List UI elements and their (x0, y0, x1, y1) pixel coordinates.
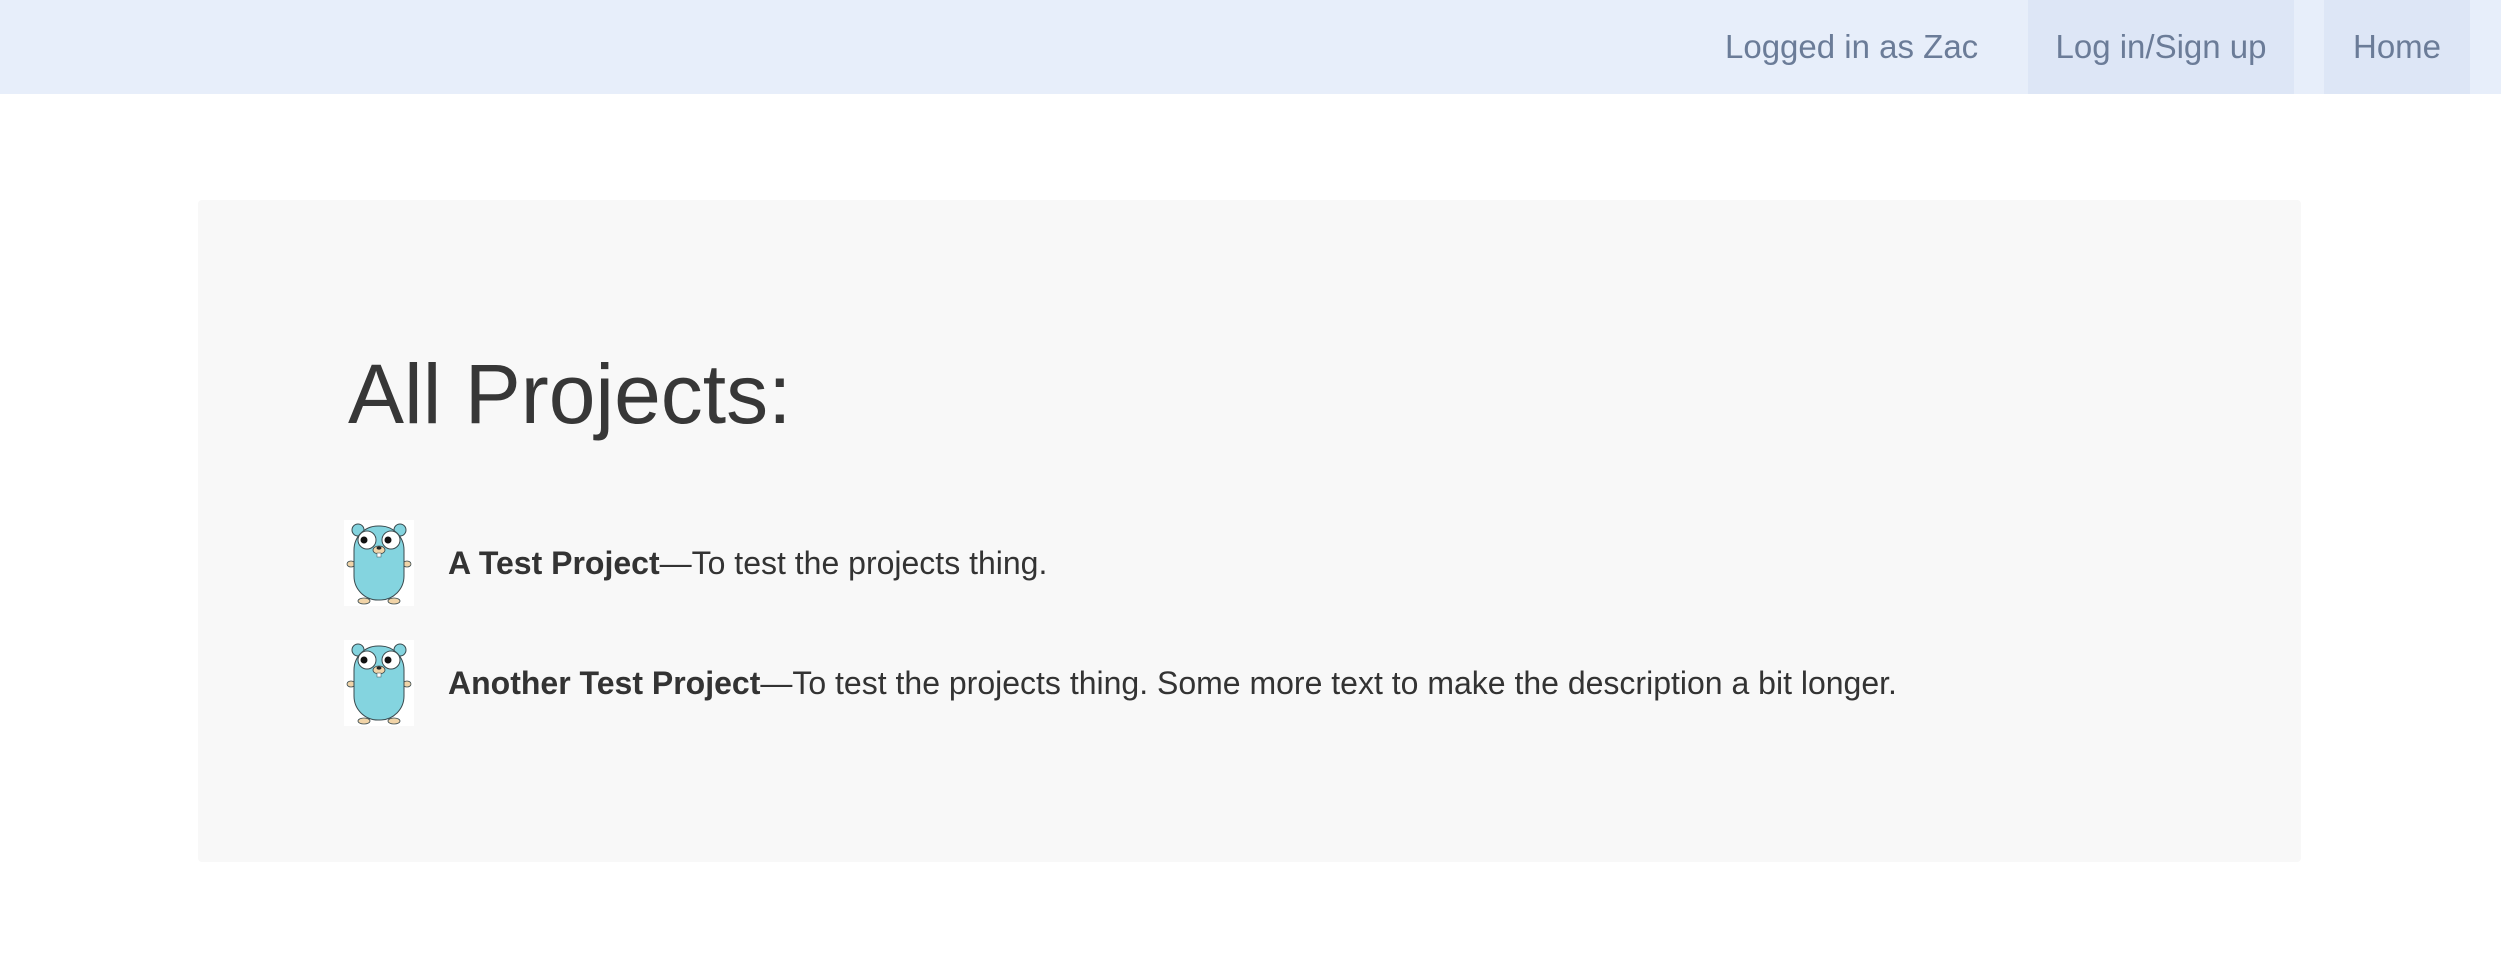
project-name-link[interactable]: Another Test Project (448, 665, 760, 701)
page-title: All Projects: (348, 347, 792, 441)
home-button[interactable]: Home (2324, 0, 2470, 94)
project-item: A Test Project—To test the projects thin… (344, 520, 2044, 606)
project-item: Another Test Project—To test the project… (344, 640, 2044, 726)
project-text: A Test Project—To test the projects thin… (448, 520, 1047, 606)
project-description: To test the projects thing. Some more te… (792, 665, 1897, 701)
gopher-icon (344, 640, 414, 726)
project-name-link[interactable]: A Test Project (448, 545, 660, 581)
gopher-icon (344, 520, 414, 606)
project-text: Another Test Project—To test the project… (448, 640, 1897, 726)
project-separator: — (659, 545, 692, 581)
logged-in-status: Logged in as Zac (1725, 28, 1979, 65)
project-separator: — (760, 665, 793, 701)
project-description: To test the projects thing. (691, 545, 1048, 581)
login-signup-button[interactable]: Log in/Sign up (2028, 0, 2294, 94)
top-nav-bar: Logged in as Zac Log in/Sign up Home (0, 0, 2501, 94)
